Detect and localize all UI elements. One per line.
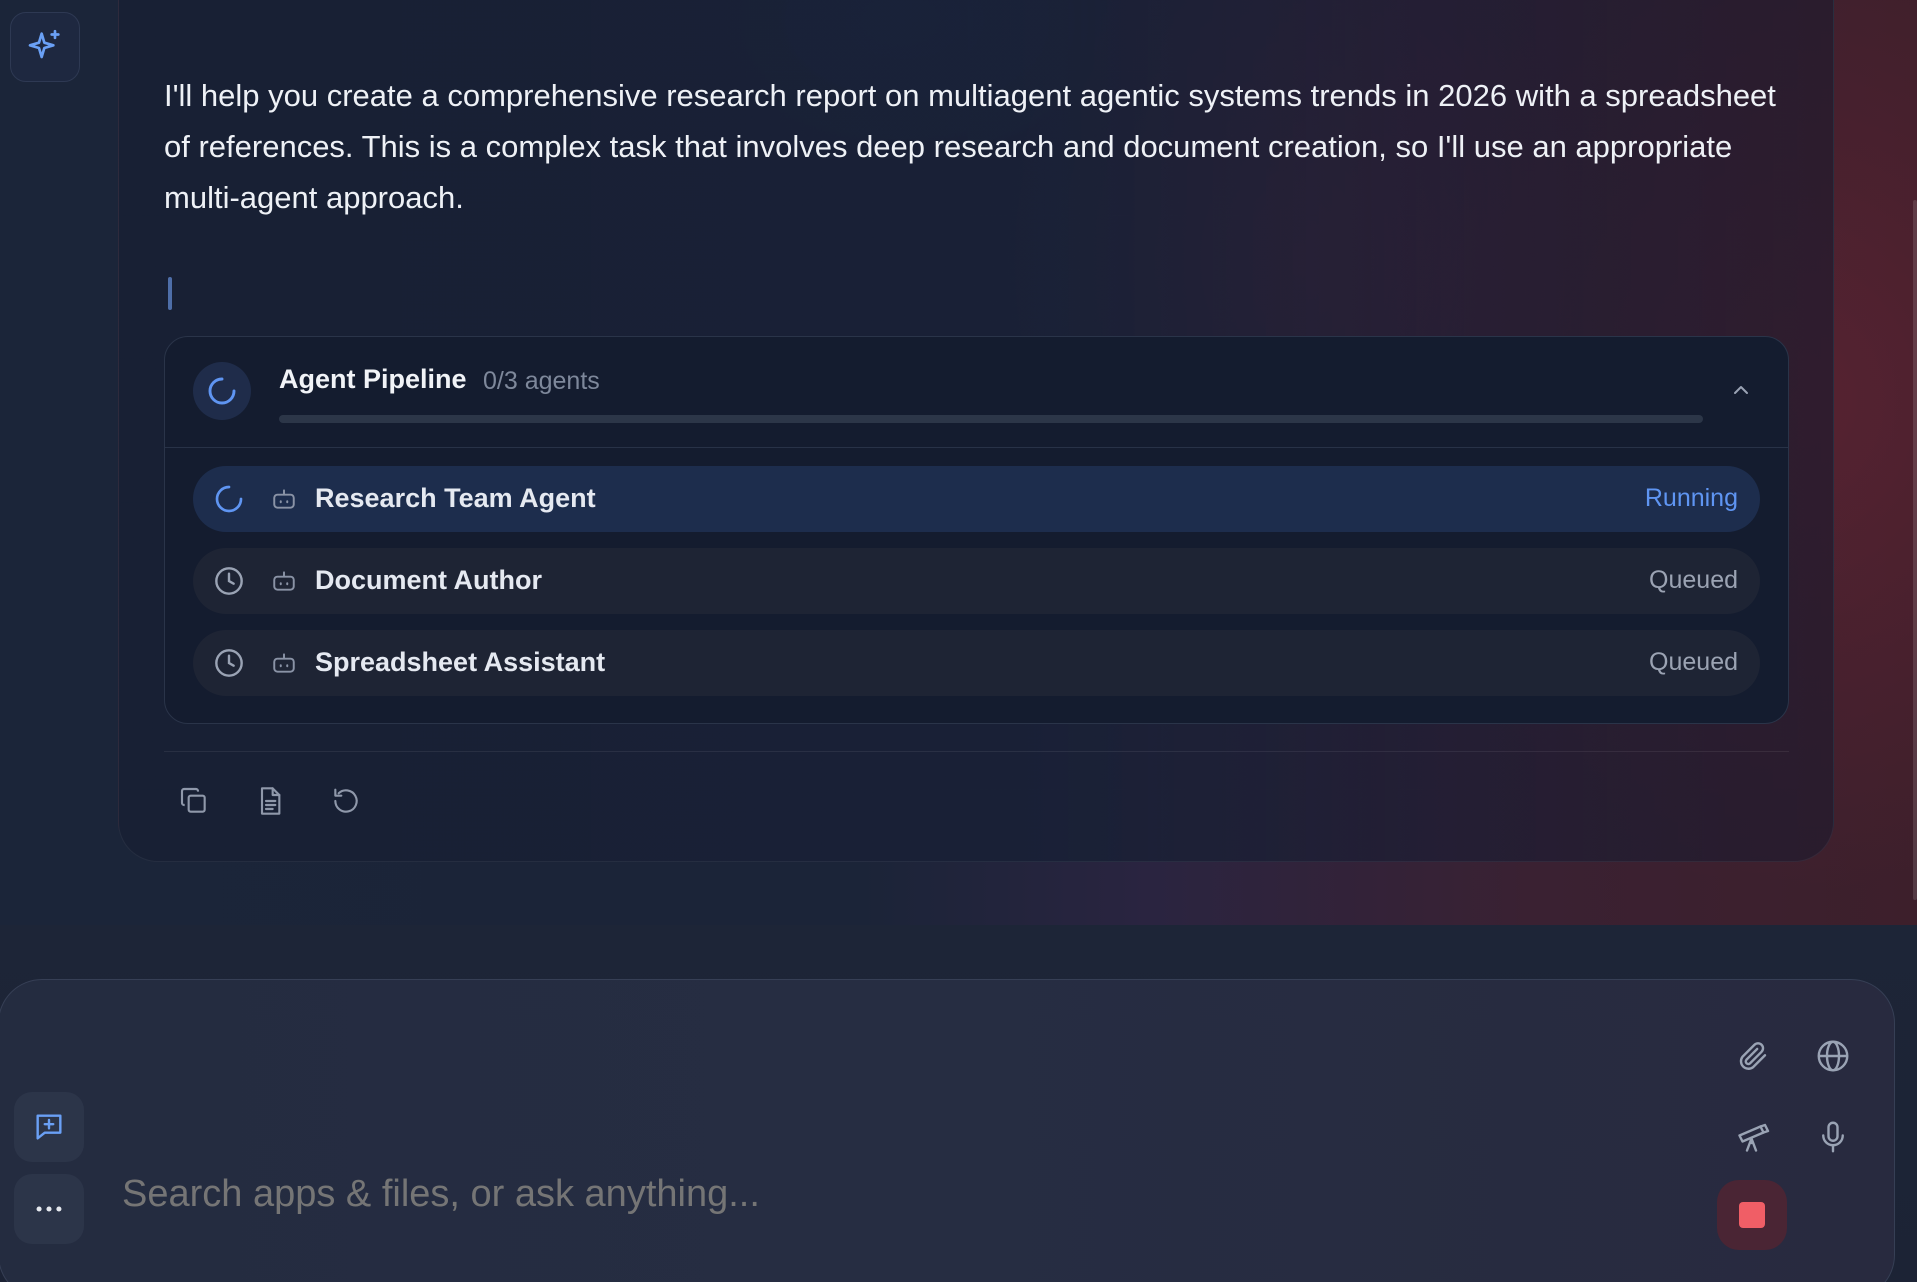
new-chat-icon (36, 1114, 62, 1140)
bot-icon (271, 487, 297, 511)
collapse-button[interactable] (1724, 373, 1758, 407)
pipeline-agent-count: 0/3 agents (483, 367, 600, 395)
bot-icon (271, 651, 297, 675)
agent-status: Running (1644, 484, 1738, 512)
pipeline-progress-bar (279, 415, 1703, 423)
search-input[interactable] (122, 1173, 1682, 1216)
clock-icon (213, 647, 245, 679)
more-button[interactable] (14, 1174, 84, 1244)
stop-button[interactable] (1717, 1180, 1787, 1250)
copy-icon (180, 787, 206, 813)
attach-button[interactable] (1733, 1036, 1773, 1076)
agent-status: Queued (1649, 648, 1738, 676)
more-icon (36, 1206, 62, 1212)
pipeline-spinner (193, 362, 251, 420)
streaming-cursor (168, 277, 172, 310)
document-button[interactable] (251, 782, 289, 820)
voice-button[interactable] (1813, 1117, 1853, 1157)
loading-spinner-icon (208, 377, 236, 405)
chevron-up-icon (1734, 386, 1748, 394)
assistant-sparkle-button[interactable] (10, 12, 80, 82)
agent-name: Document Author (315, 565, 542, 595)
divider (164, 751, 1789, 752)
globe-icon (1817, 1040, 1849, 1072)
agent-row-document-author[interactable]: Document Author Queued (193, 548, 1760, 614)
clock-icon (213, 565, 245, 597)
agent-row-spreadsheet-assistant[interactable]: Spreadsheet Assistant Queued (193, 630, 1760, 696)
deep-research-button[interactable] (1733, 1117, 1773, 1157)
web-search-button[interactable] (1813, 1036, 1853, 1076)
bot-icon (271, 569, 297, 593)
paperclip-icon (1739, 1042, 1767, 1070)
agent-pipeline-panel: Agent Pipeline 0/3 agents Research Team … (164, 336, 1789, 724)
agent-name: Research Team Agent (315, 483, 596, 513)
agent-pipeline-header[interactable]: Agent Pipeline 0/3 agents (165, 337, 1788, 448)
agent-status: Queued (1649, 566, 1738, 594)
running-spinner-icon (213, 483, 245, 515)
scrollbar[interactable] (1913, 200, 1917, 900)
regenerate-icon (334, 788, 358, 813)
agent-name: Spreadsheet Assistant (315, 647, 606, 677)
document-icon (260, 787, 281, 815)
pipeline-title: Agent Pipeline (279, 364, 467, 394)
microphone-icon (1822, 1121, 1844, 1153)
stop-icon (1739, 1202, 1765, 1228)
telescope-icon (1738, 1123, 1770, 1152)
agent-row-research-team[interactable]: Research Team Agent Running (193, 466, 1760, 532)
sparkle-icon (28, 29, 60, 59)
new-chat-button[interactable] (14, 1092, 84, 1162)
copy-button[interactable] (175, 782, 213, 820)
regenerate-button[interactable] (327, 782, 365, 820)
assistant-message-text: I'll help you create a comprehensive res… (164, 78, 1776, 215)
composer-panel (0, 979, 1895, 1282)
